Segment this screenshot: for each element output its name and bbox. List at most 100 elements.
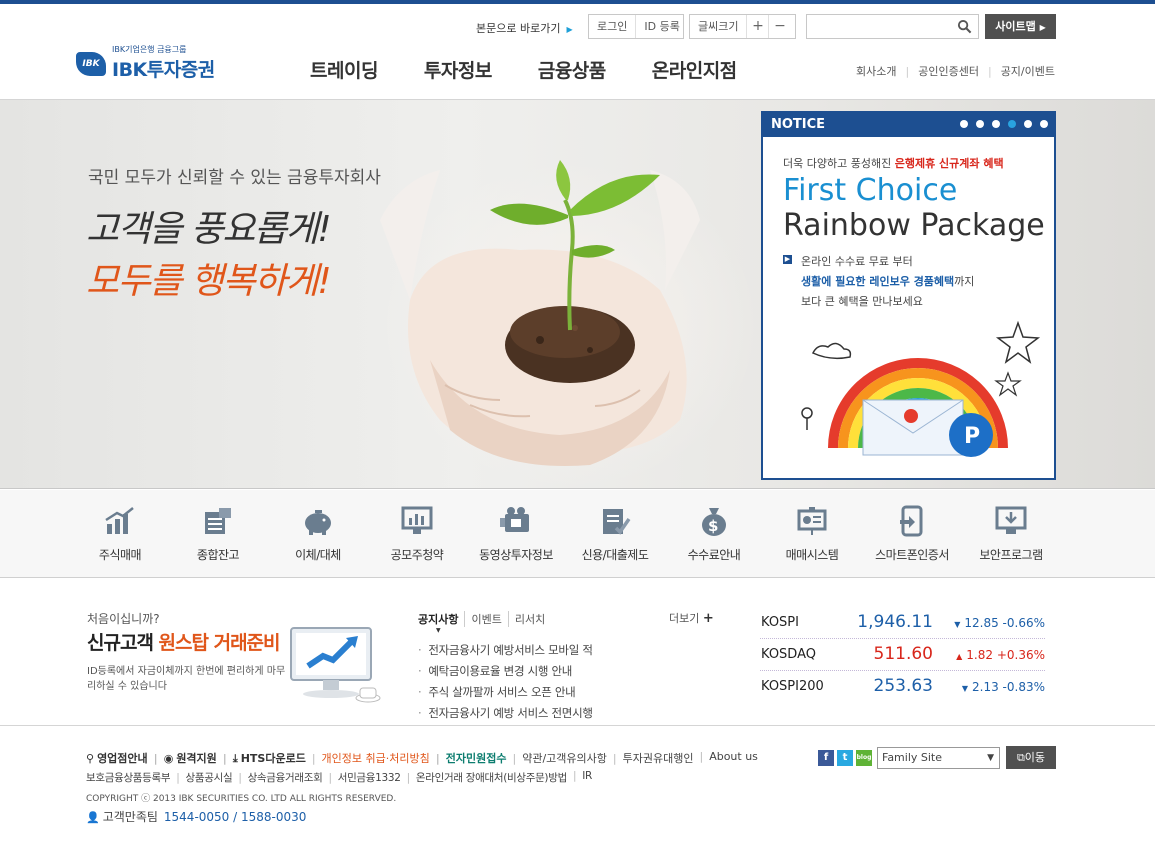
list-item[interactable]: 예탁금이용료율 변경 시행 안내 (418, 661, 718, 682)
notice-title: NOTICE (771, 117, 826, 132)
money-bag-icon: $ (702, 508, 726, 536)
search-input[interactable] (807, 15, 952, 38)
notice-header: NOTICE (763, 113, 1054, 137)
privacy-policy-link[interactable]: 개인정보 취급·처리방침 (306, 750, 430, 766)
slide-dot-1[interactable] (960, 120, 968, 128)
nav-financial-products[interactable]: 금융상품 (538, 56, 606, 83)
p-badge-text: P (964, 424, 980, 449)
index-name: KOSDAQ (761, 647, 816, 662)
nav-online-branch[interactable]: 온라인지점 (652, 56, 737, 83)
font-increase-button[interactable]: + (746, 15, 768, 38)
sitemap-label: 사이트맵 (995, 20, 1036, 33)
quick-fees[interactable]: $ 수수료안내 (664, 504, 764, 563)
font-decrease-button[interactable]: − (768, 15, 790, 38)
logo[interactable]: IBK IBK기업은행 금융그룹 IBK투자증권 (76, 42, 236, 82)
smartphone-icon (900, 505, 923, 537)
quick-video-info[interactable]: 동영상투자정보 (466, 504, 566, 563)
notice-panel[interactable]: NOTICE 더욱 다양하고 풍성해진 은행제휴 신규계좌 혜택 First C… (761, 111, 1056, 480)
document-check-icon (603, 509, 631, 535)
list-item[interactable]: 전자금융사기 예방 서비스 전면시행 (418, 703, 718, 724)
slide-dot-2[interactable] (976, 120, 984, 128)
branch-info-link[interactable]: ⚲ 영업점안내 (86, 750, 148, 766)
sitemap-button[interactable]: 사이트맵 ▶ (985, 14, 1056, 39)
quick-label: 매매시스템 (785, 548, 839, 562)
quick-ipo[interactable]: 공모주청약 (367, 504, 467, 563)
list-item[interactable]: 전자금융사기 예방서비스 모바일 적 (418, 640, 718, 661)
quick-credit-loan[interactable]: 신용/대출제도 (565, 504, 665, 563)
id-register-link[interactable]: ID 등록 (635, 15, 687, 38)
agent-link[interactable]: 투자권유대행인 (607, 750, 694, 766)
header: IBK IBK기업은행 금융그룹 IBK투자증권 본문으로 바로가기 ▶ 로그인 … (0, 4, 1155, 100)
move-button[interactable]: ⧉이동 (1006, 746, 1056, 769)
video-camera-icon (500, 507, 529, 532)
stock-chart-icon (105, 507, 134, 534)
quick-security-program[interactable]: 보안프로그램 (961, 504, 1061, 563)
tab-event[interactable]: 이벤트 (464, 611, 507, 627)
index-row-kospi200[interactable]: KOSPI200 253.63 ▼ 2.13 -0.83% (760, 671, 1045, 703)
market-index-table: KOSPI 1,946.11 ▼ 12.85 -0.66% KOSDAQ 511.… (760, 607, 1045, 703)
facebook-icon[interactable]: f (818, 750, 834, 766)
slide-dot-5[interactable] (1024, 120, 1032, 128)
piggy-bank-icon (305, 510, 331, 535)
index-change: ▲ 1.82 +0.36% (956, 648, 1045, 662)
monitor-illustration[interactable] (288, 626, 383, 706)
slide-dot-3[interactable] (992, 120, 1000, 128)
company-intro-link[interactable]: 회사소개 (856, 63, 896, 79)
index-value: 1,946.11 (857, 612, 933, 632)
promo-title-plain: 신규고객 (87, 632, 159, 654)
notice-list: 전자금융사기 예방서비스 모바일 적 예탁금이용료율 변경 시행 안내 주식 살… (418, 640, 718, 724)
tab-research[interactable]: 리서치 (507, 611, 551, 627)
slide-dot-6[interactable] (1040, 120, 1048, 128)
arrow-bullet-icon: ▶ (783, 255, 792, 264)
download-monitor-icon (995, 506, 1027, 534)
list-item[interactable]: 주식 살까팔까 서비스 오픈 안내 (418, 682, 718, 703)
complaint-link[interactable]: 전자민원접수 (430, 750, 507, 766)
promo-description: ID등록에서 자금이체까지 한번에 편리하게 마무리하실 수 있습니다 (87, 666, 286, 692)
notice-lead: 더욱 다양하고 풍성해진 은행제휴 신규계좌 혜택 (783, 155, 1004, 171)
login-link[interactable]: 로그인 (589, 15, 635, 38)
quick-label: 종합잔고 (196, 548, 240, 562)
search-icon[interactable] (957, 19, 972, 34)
footer-link[interactable]: IR (567, 770, 592, 785)
tab-notice[interactable]: 공지사항 (418, 611, 464, 627)
quick-balance[interactable]: 종합잔고 (168, 504, 268, 563)
change-amount: 2.13 (972, 680, 999, 694)
play-arrow-icon: ▶ (1039, 23, 1046, 32)
copyright: COPYRIGHT ⓒ 2013 IBK SECURITIES CO. LTD … (86, 794, 397, 804)
slide-dot-4[interactable] (1008, 120, 1016, 128)
remote-support-link[interactable]: ◉원격지원 (148, 750, 217, 766)
footer-link[interactable]: 보호금융상품등록부 (86, 770, 171, 785)
quick-transfer[interactable]: 이체/대체 (268, 504, 368, 563)
certificate-center-link[interactable]: 공인인증센터 (897, 63, 979, 79)
promo-title[interactable]: 신규고객 원스탑 거래준비 (87, 628, 281, 655)
terms-link[interactable]: 약관/고객유의사항 (507, 750, 607, 766)
quick-label: 스마트폰인증서 (875, 548, 949, 562)
about-us-link[interactable]: About us (693, 750, 758, 766)
notice-body-2: 생활에 필요한 레인보우 경품혜택까지 (801, 273, 974, 289)
footer-link[interactable]: 상품공시실 (170, 770, 233, 785)
nav-investment-info[interactable]: 투자정보 (424, 56, 492, 83)
skip-to-content-link[interactable]: 본문으로 바로가기 ▶ (476, 20, 573, 36)
family-site-select[interactable]: Family Site ▼ (877, 747, 1000, 769)
hero-headline-1: 고객을 풍요롭게! (86, 209, 332, 250)
window-icon: ⧉ (1016, 751, 1025, 764)
more-link[interactable]: 더보기 + (669, 610, 714, 626)
quick-trading-system[interactable]: 매매시스템 (762, 504, 862, 563)
footer-link[interactable]: 온라인거래 장애대처(비상주문)방법 (401, 770, 567, 785)
notice-event-link[interactable]: 공지/이벤트 (979, 63, 1055, 79)
blog-icon[interactable]: blog (856, 750, 872, 766)
hts-download-link[interactable]: ⤓HTS다운로드 (217, 750, 306, 766)
quick-label: 주식매매 (98, 548, 142, 562)
quick-stock-trading[interactable]: 주식매매 (70, 504, 170, 563)
quick-label: 공모주청약 (390, 548, 444, 562)
footer-link[interactable]: 서민금융1332 (322, 770, 401, 785)
index-row-kospi[interactable]: KOSPI 1,946.11 ▼ 12.85 -0.66% (760, 607, 1045, 639)
promo-question: 처음이십니까? (87, 612, 160, 626)
index-row-kosdaq[interactable]: KOSDAQ 511.60 ▲ 1.82 +0.36% (760, 639, 1045, 671)
footer-link[interactable]: 상속금융거래조회 (232, 770, 323, 785)
quick-label: 이체/대체 (295, 548, 341, 562)
quick-smartphone-cert[interactable]: 스마트폰인증서 (862, 504, 962, 563)
twitter-icon[interactable]: t (837, 750, 853, 766)
footer-links-secondary: 보호금융상품등록부 상품공시실 상속금융거래조회 서민금융1332 온라인거래 … (86, 770, 592, 785)
nav-trading[interactable]: 트레이딩 (310, 56, 378, 83)
